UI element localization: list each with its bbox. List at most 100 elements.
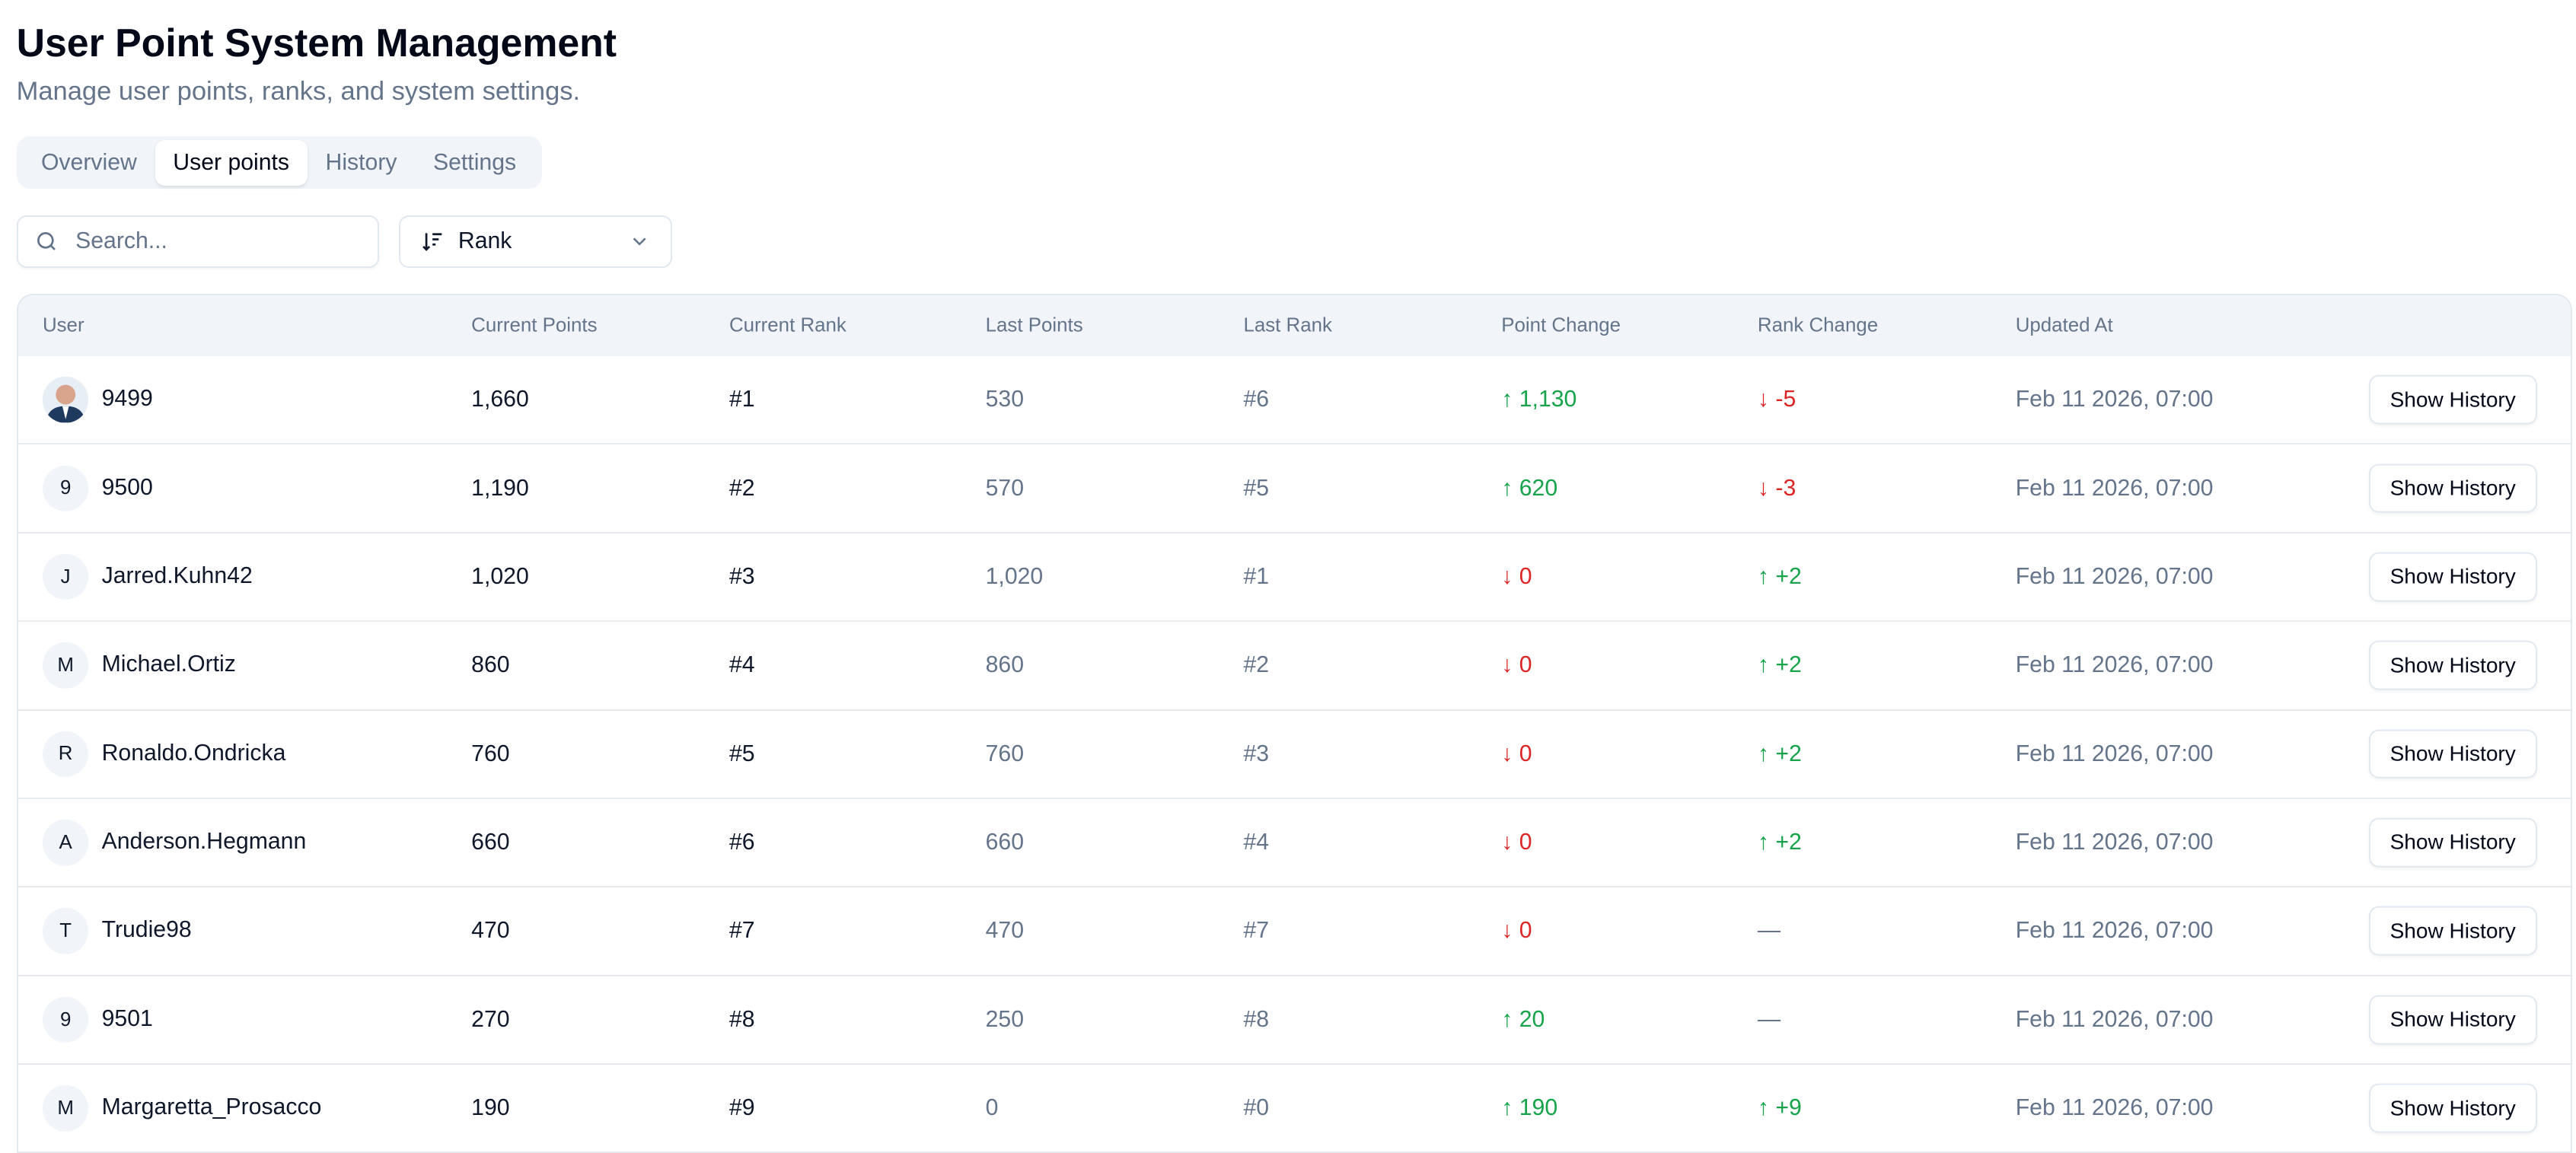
table-row: R Ronaldo.Ondricka 760 #5 760 #3 ↓ 0 ↑ +2… [18, 711, 2571, 799]
column-header: Current Rank [728, 314, 846, 336]
current-points: 470 [471, 918, 510, 944]
show-history-button[interactable]: Show History [2368, 995, 2537, 1045]
rank-change-value: +2 [1775, 741, 1802, 766]
search-icon [37, 232, 56, 250]
arrow-up-icon: ↑ [1501, 475, 1519, 501]
column-header: Point Change [1501, 314, 1621, 336]
avatar: M [42, 1085, 89, 1132]
last-points: 860 [985, 652, 1025, 678]
point-change-value: 0 [1519, 830, 1532, 855]
user-cell: M Michael.Ortiz [42, 642, 236, 689]
sort-select[interactable]: Rank [399, 215, 672, 268]
tab-history[interactable]: History [308, 140, 415, 186]
current-rank: #5 [728, 741, 755, 766]
show-history-button[interactable]: Show History [2368, 906, 2537, 956]
tab-user-points[interactable]: User points [155, 139, 308, 186]
username: Margaretta_Prosacco [101, 1094, 322, 1120]
show-history-button[interactable]: Show History [2368, 374, 2537, 425]
user-cell: J Jarred.Kuhn42 [42, 553, 253, 600]
show-history-button[interactable]: Show History [2368, 729, 2537, 779]
last-points: 530 [985, 387, 1025, 412]
rank-change: ↑ +2 [1758, 830, 1802, 855]
rank-change: ↓ -3 [1758, 476, 1796, 502]
last-points: 760 [985, 741, 1025, 766]
rank-change-value: -5 [1775, 387, 1797, 412]
rank-change-value: +2 [1775, 830, 1802, 855]
table-header: User Current Points Current Rank Last Point… [18, 295, 2571, 357]
tab-overview[interactable]: Overview [23, 140, 155, 186]
point-change: ↑ 20 [1501, 1007, 1545, 1033]
user-cell: T Trudie98 [42, 908, 192, 954]
current-points: 660 [471, 830, 510, 855]
rank-change-value: — [1757, 918, 1781, 944]
point-change-value: 20 [1519, 1006, 1545, 1032]
point-change: ↓ 0 [1501, 741, 1532, 767]
current-rank: #9 [728, 1095, 755, 1121]
username: Jarred.Kuhn42 [101, 563, 253, 589]
updated-at: Feb 11 2026, 07:00 [2015, 387, 2214, 412]
current-points: 1,660 [471, 387, 529, 412]
point-change-value: 0 [1519, 564, 1532, 590]
current-rank: #1 [728, 387, 755, 412]
page-title: User Point System Management [16, 20, 617, 65]
arrow-down-icon: ↓ [1501, 652, 1519, 678]
show-history-button[interactable]: Show History [2368, 817, 2537, 868]
show-history-button[interactable]: Show History [2368, 463, 2537, 514]
rank-change-value: +2 [1775, 564, 1802, 590]
arrow-down-icon: ↓ [1757, 475, 1776, 501]
rank-change: ↑ +2 [1758, 741, 1802, 767]
last-rank: #3 [1243, 741, 1270, 766]
last-rank: #2 [1243, 652, 1270, 678]
username: Anderson.Hegmann [101, 829, 307, 855]
table-row: T Trudie98 470 #7 470 #7 ↓ 0 — Feb 11 202… [18, 887, 2571, 976]
column-header: Current Points [471, 314, 598, 336]
last-points: 1,020 [985, 564, 1044, 590]
avatar: M [42, 642, 89, 689]
table-row: 9499 1,660 #1 530 #6 ↑ 1,130 ↓ -5 Feb 11… [18, 356, 2571, 445]
point-change: ↓ 0 [1501, 918, 1532, 944]
arrow-up-icon: ↑ [1501, 1095, 1519, 1121]
current-rank: #2 [728, 475, 755, 501]
tab-list: Overview User points History Settings [16, 136, 543, 190]
point-change: ↑ 620 [1501, 476, 1557, 502]
point-change: ↓ 0 [1501, 652, 1532, 678]
last-rank: #7 [1243, 918, 1270, 944]
updated-at: Feb 11 2026, 07:00 [2015, 741, 2214, 766]
current-points: 860 [471, 652, 510, 678]
username: 9499 [101, 386, 153, 412]
search-input[interactable] [72, 227, 359, 256]
last-rank: #1 [1243, 564, 1270, 590]
rank-change-value: — [1757, 1006, 1781, 1032]
page-subtitle: Manage user points, ranks, and system se… [16, 77, 581, 107]
rank-change-value: +9 [1775, 1095, 1802, 1121]
avatar: 9 [42, 465, 89, 511]
column-header: Rank Change [1757, 314, 1879, 336]
arrow-down-icon: ↓ [1501, 830, 1519, 855]
updated-at: Feb 11 2026, 07:00 [2015, 1095, 2214, 1121]
last-points: 470 [985, 918, 1025, 944]
last-points: 660 [985, 830, 1025, 855]
point-change-value: 0 [1519, 652, 1532, 678]
point-change-value: 1,130 [1519, 387, 1577, 412]
updated-at: Feb 11 2026, 07:00 [2015, 652, 2214, 678]
rank-change: — [1758, 1007, 1781, 1033]
arrow-down-icon: ↓ [1501, 564, 1519, 590]
sort-descending-icon [422, 233, 442, 251]
updated-at: Feb 11 2026, 07:00 [2015, 564, 2214, 590]
user-points-table: User Current Points Current Rank Last Point… [16, 294, 2573, 1153]
arrow-up-icon: ↑ [1501, 1006, 1519, 1032]
current-rank: #7 [728, 918, 755, 944]
tab-settings[interactable]: Settings [415, 140, 534, 186]
show-history-button[interactable]: Show History [2368, 1083, 2537, 1133]
show-history-button[interactable]: Show History [2368, 641, 2537, 690]
table-row: M Margaretta_Prosacco 190 #9 0 #0 ↑ 190 ↑… [18, 1065, 2571, 1153]
search-box[interactable] [16, 215, 380, 268]
updated-at: Feb 11 2026, 07:00 [2015, 475, 2214, 501]
avatar: A [42, 819, 89, 866]
chevron-down-icon [633, 237, 646, 246]
user-cell: 9 9501 [42, 996, 153, 1043]
username: 9501 [101, 1005, 153, 1031]
rank-change: ↑ +2 [1758, 564, 1802, 590]
show-history-button[interactable]: Show History [2368, 552, 2537, 602]
avatar: 9 [42, 996, 89, 1043]
